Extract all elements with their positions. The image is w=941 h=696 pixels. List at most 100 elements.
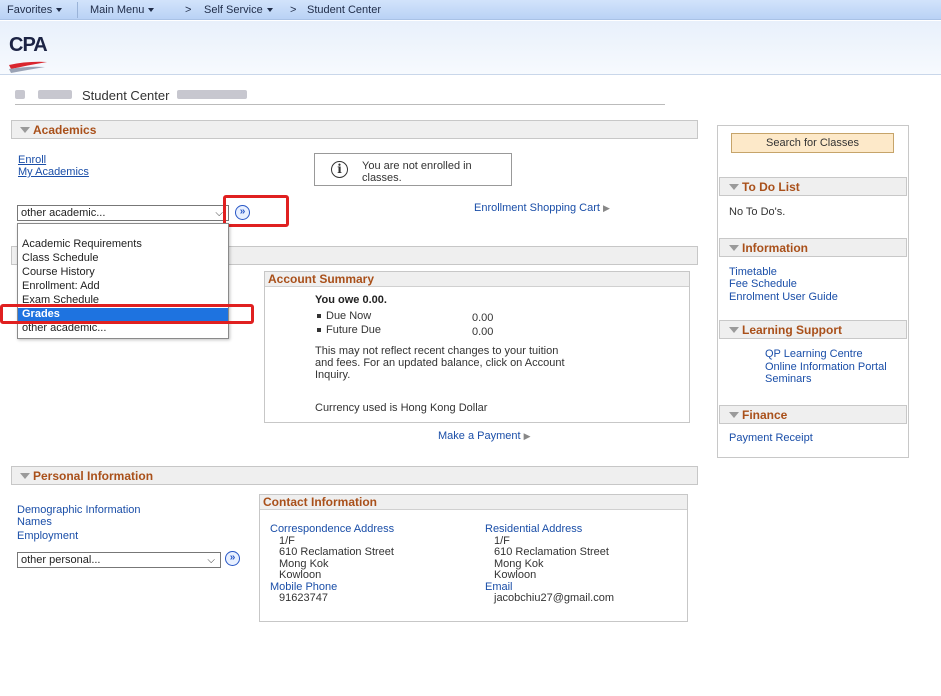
arrow-right-icon: ▶ — [603, 203, 610, 213]
contact-info-title: Contact Information — [260, 495, 687, 510]
chevron-down-icon — [56, 8, 63, 13]
collapse-triangle-icon[interactable] — [20, 127, 30, 133]
go-button-icon[interactable]: » — [225, 551, 240, 566]
todo-header-label: To Do List — [742, 180, 800, 194]
enrollment-shopping-cart-link[interactable]: Enrollment Shopping Cart ▶ — [474, 202, 610, 214]
academics-section-header[interactable]: Academics — [11, 120, 698, 139]
residential-address: Residential Address 1/F 610 Reclamation … — [485, 523, 615, 605]
address-line: Kowloon — [494, 569, 537, 581]
chevron-down-icon — [266, 8, 273, 13]
personal-select[interactable]: other personal... ⌵ — [17, 552, 221, 568]
learning-support-header[interactable]: Learning Support — [719, 320, 907, 339]
make-payment-label: Make a Payment — [438, 430, 521, 442]
chevron-down-icon — [148, 8, 155, 13]
redacted-text — [177, 90, 247, 99]
academics-header-label: Academics — [33, 123, 97, 137]
redacted-text — [38, 90, 72, 99]
collapse-triangle-icon[interactable] — [729, 245, 739, 251]
balance-note-line: and fees. For an updated balance, click … — [315, 357, 565, 369]
balance-note-line: Inquiry. — [315, 369, 351, 381]
contact-info-box: Contact Information Correspondence Addre… — [259, 494, 688, 622]
collapse-triangle-icon[interactable] — [20, 473, 30, 479]
amount-owed: You owe 0.00. — [315, 294, 387, 306]
seminars-link[interactable]: Seminars — [765, 373, 811, 385]
shopping-cart-label: Enrollment Shopping Cart — [474, 202, 600, 214]
favorites-menu[interactable]: Favorites — [7, 4, 63, 16]
balance-note: This may not reflect recent changes to y… — [315, 345, 565, 381]
finance-header[interactable]: Finance — [719, 405, 907, 424]
due-now-value: 0.00 — [472, 312, 494, 324]
due-now-label: Due Now — [326, 310, 372, 322]
residential-address-label: Residential Address — [485, 523, 583, 535]
personal-info-section-header[interactable]: Personal Information — [11, 466, 698, 485]
personal-select-value: other personal... — [21, 554, 101, 566]
email-value: jacobchiu27@gmail.com — [494, 592, 615, 604]
future-due-row: Future Due — [317, 324, 381, 336]
enrollment-status-message: You are not enrolled in classes. — [362, 160, 472, 184]
todo-list-header[interactable]: To Do List — [719, 177, 907, 196]
enroll-link[interactable]: Enroll — [18, 154, 46, 166]
collapse-triangle-icon[interactable] — [729, 412, 739, 418]
balance-note-line: This may not reflect recent changes to y… — [315, 345, 559, 357]
logo-swoosh-icon — [9, 61, 47, 73]
dropdown-option[interactable]: Academic Requirements — [18, 238, 228, 251]
dropdown-option[interactable]: Enrollment: Add — [18, 280, 228, 293]
my-academics-link[interactable]: My Academics — [18, 166, 89, 178]
arrow-right-icon: ▶ — [523, 431, 531, 441]
address-line: Kowloon — [279, 569, 322, 581]
todo-empty-text: No To Do's. — [729, 206, 786, 218]
redacted-text — [15, 90, 25, 99]
mobile-phone-value: 91623747 — [279, 592, 328, 604]
account-summary-title: Account Summary — [265, 272, 689, 287]
address-line: 610 Reclamation Street — [279, 546, 394, 558]
chevron-down-icon: ⌵ — [215, 208, 223, 219]
enrollment-status-box: i You are not enrolled in classes. — [314, 153, 512, 186]
divider — [77, 2, 78, 18]
information-header[interactable]: Information — [719, 238, 907, 257]
information-header-label: Information — [742, 241, 808, 255]
collapse-triangle-icon[interactable] — [729, 184, 739, 190]
fee-schedule-link[interactable]: Fee Schedule — [729, 278, 797, 290]
correspondence-address: Correspondence Address 1/F 610 Reclamati… — [270, 523, 395, 605]
make-payment-link[interactable]: Make a Payment ▶ — [438, 430, 531, 442]
names-link[interactable]: Names — [17, 516, 52, 528]
highlight-box-go-button — [223, 195, 289, 227]
bullet-icon — [317, 328, 321, 333]
breadcrumb-student-center[interactable]: Student Center — [307, 4, 381, 16]
breadcrumb-arrow-icon: > — [290, 4, 297, 16]
main-menu-label: Main Menu — [90, 4, 145, 16]
currency-note: Currency used is Hong Kong Dollar — [315, 402, 488, 414]
self-service-menu[interactable]: Self Service — [204, 4, 273, 16]
personal-header-label: Personal Information — [33, 469, 154, 483]
dropdown-option[interactable]: Class Schedule — [18, 252, 228, 265]
qp-learning-centre-link[interactable]: QP Learning Centre — [765, 348, 863, 360]
breadcrumb-arrow-icon: > — [185, 4, 192, 16]
bullet-icon — [317, 314, 321, 319]
address-line: 610 Reclamation Street — [494, 546, 609, 558]
chevron-down-icon: ⌵ — [207, 555, 215, 566]
employment-link[interactable]: Employment — [17, 530, 78, 542]
academics-select-value: other academic... — [21, 207, 106, 219]
finance-header-label: Finance — [742, 408, 788, 422]
future-due-value: 0.00 — [472, 326, 494, 338]
demographic-info-link[interactable]: Demographic Information — [17, 504, 141, 516]
self-service-label: Self Service — [204, 4, 263, 16]
learning-support-header-label: Learning Support — [742, 323, 842, 337]
collapse-triangle-icon[interactable] — [729, 327, 739, 333]
info-icon: i — [331, 161, 348, 178]
page-title: Student Center — [82, 88, 170, 103]
main-menu[interactable]: Main Menu — [90, 4, 155, 16]
enrolment-user-guide-link[interactable]: Enrolment User Guide — [729, 291, 838, 303]
highlight-box-grades — [0, 304, 254, 324]
dropdown-option[interactable]: Course History — [18, 266, 228, 279]
due-now-row: Due Now — [317, 310, 371, 322]
account-summary-box: Account Summary You owe 0.00. Due Now 0.… — [264, 271, 690, 423]
online-information-portal-link[interactable]: Online Information Portal — [765, 361, 887, 373]
payment-receipt-link[interactable]: Payment Receipt — [729, 432, 813, 444]
correspondence-address-label: Correspondence Address — [270, 523, 395, 535]
academics-select[interactable]: other academic... ⌵ — [17, 205, 229, 221]
search-for-classes-button[interactable]: Search for Classes — [731, 133, 894, 153]
future-due-label: Future Due — [326, 324, 382, 336]
timetable-link[interactable]: Timetable — [729, 266, 777, 278]
top-nav-bar: Favorites Main Menu > Self Service > Stu… — [0, 0, 941, 20]
